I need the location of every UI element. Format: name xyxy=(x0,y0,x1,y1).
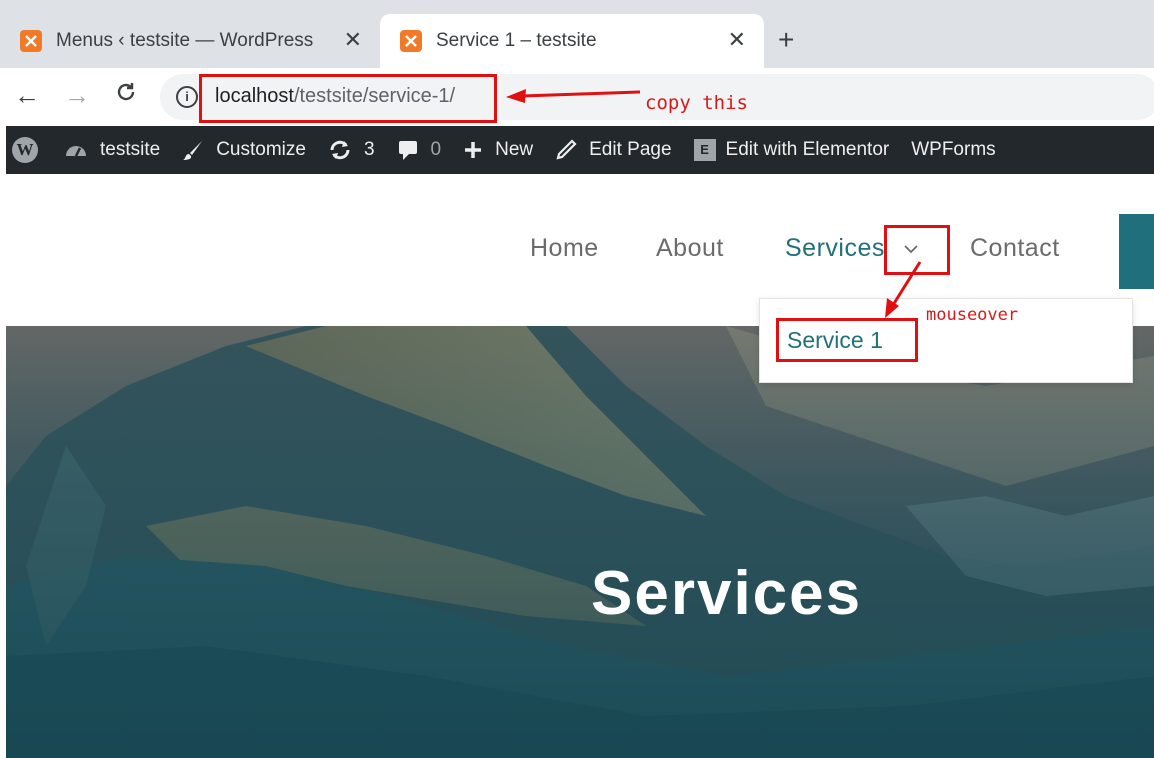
tab-close-icon[interactable]: ✕ xyxy=(344,29,362,51)
comment-bubble-icon xyxy=(397,139,419,161)
admin-bar-site[interactable]: testsite xyxy=(64,126,160,174)
chevron-highlight-box xyxy=(884,225,950,275)
url-highlight-box xyxy=(199,74,497,123)
comments-count: 0 xyxy=(430,139,442,160)
wp-admin-bar: W testsite Customize 3 0 New Edit Page E… xyxy=(6,126,1154,174)
hero-title: Services xyxy=(591,559,863,628)
nav-services[interactable]: Services xyxy=(785,234,885,263)
admin-bar-updates[interactable]: 3 xyxy=(328,126,375,174)
admin-bar-new-label: New xyxy=(495,139,534,160)
admin-bar-elementor[interactable]: E Edit with Elementor xyxy=(693,126,890,174)
tab-service-1[interactable]: Service 1 – testsite ✕ xyxy=(380,14,764,68)
tab-title: Menus ‹ testsite — WordPress xyxy=(56,30,314,51)
hero-banner: Services xyxy=(6,326,1154,758)
browser-toolbar: ← → i localhost/testsite/service-1/ xyxy=(0,68,1154,126)
xampp-favicon-icon xyxy=(400,30,422,52)
admin-bar-customize[interactable]: Customize xyxy=(182,126,306,174)
nav-about[interactable]: About xyxy=(656,234,724,263)
pencil-icon xyxy=(555,139,577,161)
nav-home[interactable]: Home xyxy=(530,234,599,263)
admin-bar-new[interactable]: New xyxy=(463,126,533,174)
browser-tab-strip: Menus ‹ testsite — WordPress ✕ Service 1… xyxy=(0,0,1154,68)
tab-title: Service 1 – testsite xyxy=(436,30,597,51)
service-1-highlight-box xyxy=(776,318,918,362)
admin-bar-wpforms[interactable]: WPForms xyxy=(911,126,995,174)
admin-bar-comments[interactable]: 0 xyxy=(397,126,442,174)
paintbrush-icon xyxy=(182,139,204,161)
mouseover-annotation: mouseover xyxy=(926,305,1019,325)
admin-bar-wpforms-label: WPForms xyxy=(911,139,996,160)
admin-bar-edit-page-label: Edit Page xyxy=(589,139,672,160)
admin-bar-site-label: testsite xyxy=(100,139,161,160)
site-info-icon[interactable]: i xyxy=(176,86,198,108)
reload-icon[interactable] xyxy=(114,80,138,110)
back-arrow-icon[interactable]: ← xyxy=(14,80,40,110)
admin-bar-customize-label: Customize xyxy=(216,139,306,160)
updates-count: 3 xyxy=(363,139,375,160)
xampp-favicon-icon xyxy=(20,30,42,52)
tab-menus-wordpress[interactable]: Menus ‹ testsite — WordPress ✕ xyxy=(0,14,380,68)
nav-contact[interactable]: Contact xyxy=(970,234,1060,263)
screenshot: Menus ‹ testsite — WordPress ✕ Service 1… xyxy=(0,0,1154,758)
admin-bar-elementor-label: Edit with Elementor xyxy=(725,139,890,160)
plus-icon xyxy=(463,140,483,160)
elementor-icon: E xyxy=(693,139,716,161)
mountain-background-image xyxy=(6,326,1154,758)
wordpress-logo-icon[interactable]: W xyxy=(12,137,38,163)
forward-arrow-icon[interactable]: → xyxy=(64,80,90,110)
new-tab-button[interactable]: + xyxy=(778,26,794,54)
copy-this-annotation: copy this xyxy=(645,92,748,114)
admin-bar-edit-page[interactable]: Edit Page xyxy=(555,126,672,174)
tab-close-icon[interactable]: ✕ xyxy=(728,29,746,51)
dashboard-icon xyxy=(64,140,88,160)
header-cta-button[interactable] xyxy=(1119,214,1154,289)
updates-icon xyxy=(328,139,352,161)
